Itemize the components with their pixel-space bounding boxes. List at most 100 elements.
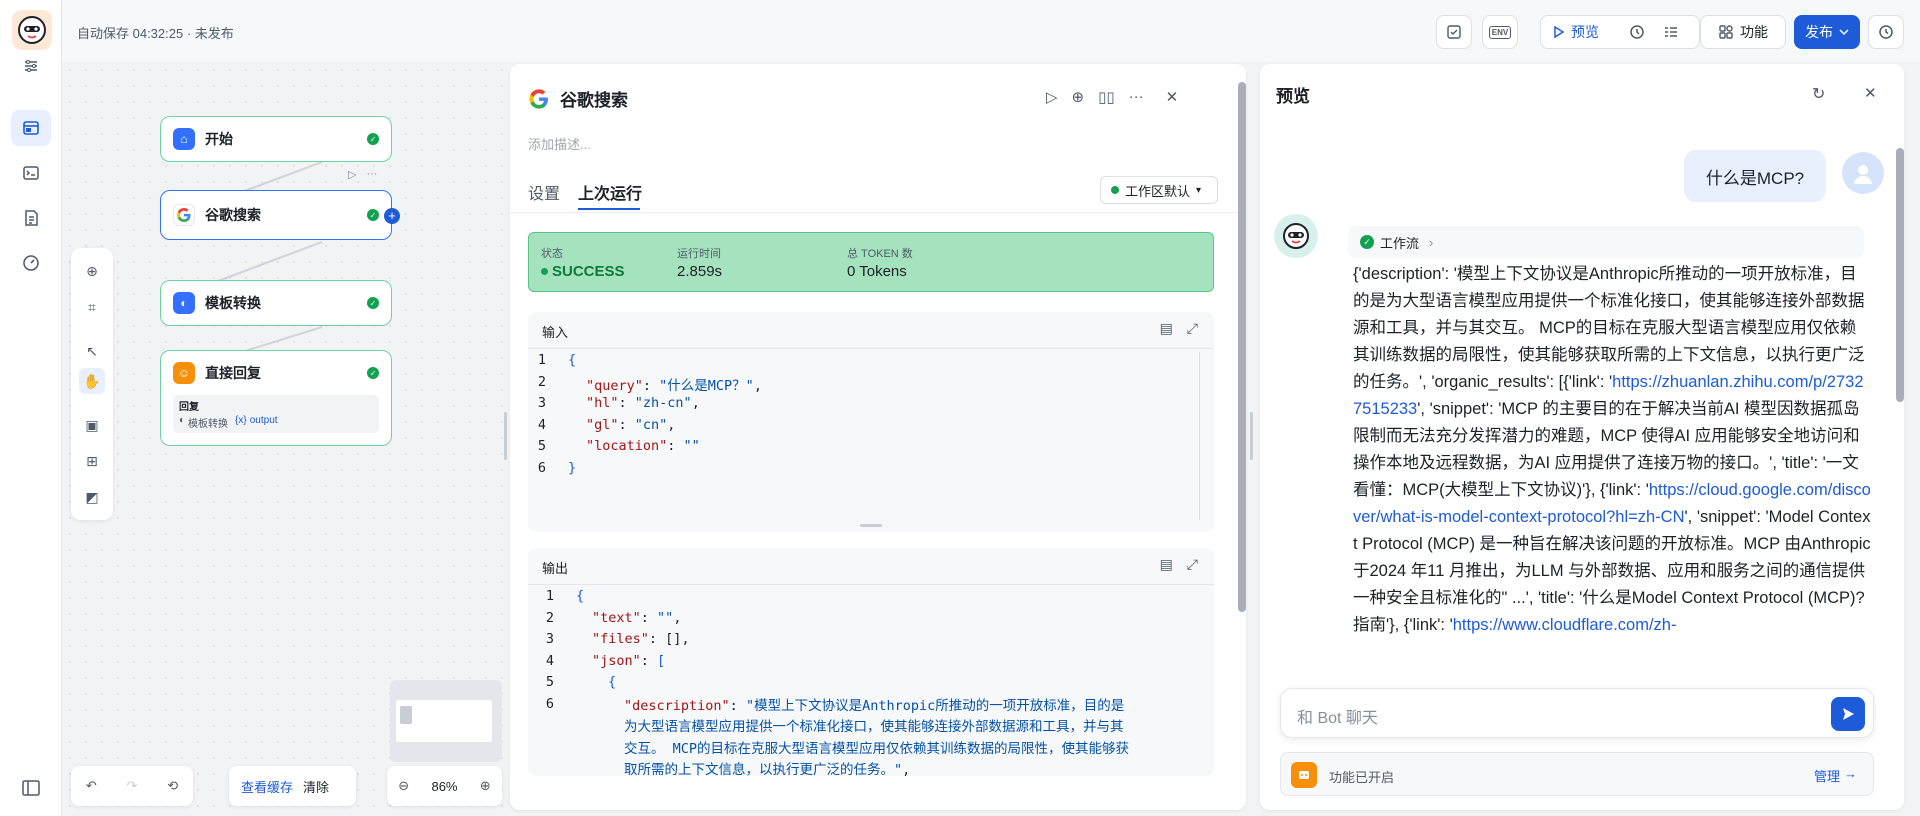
pointer-icon[interactable]: ↖ [79, 338, 105, 364]
node-google-search[interactable]: 谷歌搜索 ✓ + [160, 190, 400, 240]
chevron-down-icon [1839, 29, 1849, 36]
organize-icon[interactable]: ⊞ [79, 448, 105, 474]
copy-icon[interactable]: ▤ [1160, 556, 1173, 573]
node-direct-reply[interactable]: ☺ 直接回复 ✓ 回复 ◐ 模板转换 {x} output [160, 350, 392, 446]
undo-icon[interactable]: ↶ [86, 778, 97, 794]
success-check-icon: ✓ [367, 133, 379, 145]
chat-input[interactable]: 和 Bot 聊天 [1280, 688, 1874, 738]
input-title: 输入 [542, 325, 569, 340]
run-list-icon[interactable] [1663, 24, 1679, 40]
panel-scrollbar[interactable] [1238, 82, 1246, 612]
history-icon[interactable]: ⟲ [167, 778, 178, 794]
expand-icon[interactable]: ⤢ [1187, 320, 1198, 337]
hand-icon[interactable]: ✋ [79, 368, 105, 394]
sidebar-toggle-icon[interactable] [11, 770, 51, 806]
resize-grip[interactable] [860, 524, 882, 527]
features-icon [1719, 25, 1733, 39]
line-number: 4 [537, 416, 546, 433]
code-content: "text": "", [592, 609, 682, 626]
resize-handle[interactable] [504, 412, 507, 460]
checklist-button[interactable] [1436, 15, 1472, 49]
app-logo[interactable] [12, 10, 52, 50]
preview-scrollbar[interactable] [1896, 148, 1904, 402]
more-icon[interactable]: ··· [366, 168, 377, 181]
logs-icon[interactable] [11, 200, 51, 236]
node-template-transform[interactable]: ◐ 模板转换 ✓ [160, 280, 392, 326]
manage-button[interactable]: 管理 → [1814, 766, 1857, 785]
description-input[interactable]: 添加描述... [528, 134, 591, 153]
workspace-select[interactable]: 工作区默认 ▾ [1100, 176, 1218, 204]
history-run-icon[interactable] [1629, 24, 1645, 40]
close-icon[interactable]: ✕ [1166, 88, 1179, 106]
output-code[interactable]: 1{2 "text": "", 3 "files": [], 4 "json": [5{6… [536, 588, 1136, 776]
resize-handle[interactable] [1250, 412, 1253, 460]
line-number: 5 [545, 674, 554, 690]
orchestrate-icon[interactable] [11, 110, 51, 146]
help-book-icon[interactable]: ▯▯ [1098, 88, 1115, 106]
chevron-right-icon: › [1429, 234, 1434, 250]
code-line: 5{ [536, 674, 1136, 696]
node-start[interactable]: ⌂ 开始 ✓ [160, 116, 392, 162]
runtime-value: 2.859s [677, 263, 723, 280]
bot-answer: {'description': '模型上下文协议是Anthropic所推动的一项… [1353, 261, 1871, 639]
target-icon[interactable]: ⊕ [1072, 88, 1085, 106]
send-icon [1843, 708, 1854, 720]
zoom-out-icon[interactable]: ⊖ [398, 778, 409, 794]
code-line: 1{ [528, 352, 762, 374]
close-icon[interactable]: ✕ [1864, 84, 1877, 102]
line-number: 6 [545, 695, 554, 712]
workflow-process-toggle[interactable]: ✓ 工作流 › [1348, 226, 1864, 258]
expand-icon[interactable]: ⤢ [1187, 556, 1198, 573]
output-code-box: 输出 ▤ ⤢ 1{2 "text": "", 3 "files": [], 4 "json… [528, 548, 1214, 776]
copy-icon[interactable]: ▤ [1160, 320, 1173, 337]
code-line: 3 "files": [], [536, 631, 1136, 653]
preview-button[interactable]: 预览 [1553, 22, 1599, 42]
monitor-gauge-icon[interactable] [11, 245, 51, 281]
reply-content-box: 回复 ◐ 模板转换 {x} output [173, 395, 379, 433]
success-check-icon: ✓ [367, 209, 379, 221]
clear-button[interactable]: 清除 [303, 777, 329, 796]
reply-icon: ☺ [173, 362, 195, 384]
line-number: 3 [545, 631, 554, 647]
features-button[interactable]: 功能 [1700, 15, 1786, 49]
restart-icon[interactable]: ↻ [1812, 84, 1825, 104]
run-step-icon[interactable]: ▷ [1046, 88, 1058, 106]
add-note-icon[interactable]: ⌗ [79, 294, 105, 320]
feature-bar: 功能已开启 管理 → [1280, 752, 1874, 796]
code-content: "description": "模型上下文协议是Anthropic所推动的一项开… [624, 697, 1130, 777]
undo-redo-bar: ↶ ↷ ⟲ [71, 766, 193, 806]
panel-title[interactable]: 谷歌搜索 [560, 86, 628, 111]
tab-settings[interactable]: 设置 [528, 180, 560, 204]
view-cache-button[interactable]: 查看缓存 [241, 777, 293, 796]
node-title: 直接回复 [205, 365, 261, 381]
bot-avatar [1274, 214, 1318, 258]
template-icon: ◐ [173, 292, 195, 314]
line-number: 2 [545, 609, 554, 626]
run-node-icon[interactable]: ▷ [348, 168, 356, 181]
settings-sliders-icon[interactable] [11, 48, 51, 84]
line-number: 3 [537, 395, 546, 411]
publish-button[interactable]: 发布 [1794, 15, 1860, 49]
minimap-toggle-icon[interactable]: ◩ [79, 484, 105, 510]
result-link[interactable]: https://www.cloudflare.com/zh- [1453, 616, 1677, 634]
zoom-in-icon[interactable]: ⊕ [480, 778, 491, 794]
version-history-button[interactable] [1868, 15, 1904, 49]
more-icon[interactable]: ··· [1129, 88, 1144, 106]
terminal-icon[interactable] [11, 155, 51, 191]
tab-last-run[interactable]: 上次运行 [578, 180, 642, 204]
add-block-icon[interactable]: ⊕ [79, 258, 105, 284]
redo-icon[interactable]: ↷ [127, 778, 138, 794]
history-icon [1879, 25, 1893, 39]
input-code[interactable]: 1{2 "query": "什么是MCP？", 3 "hl": "zh-cn", 4 "g… [528, 352, 762, 481]
zoom-level[interactable]: 86% [431, 779, 457, 794]
add-node-icon[interactable]: + [384, 208, 400, 224]
token-value: 0 Tokens [847, 263, 907, 280]
env-button[interactable]: ENV [1482, 15, 1518, 49]
send-button[interactable] [1831, 697, 1865, 731]
success-check-icon: ✓ [367, 367, 379, 379]
feature-status: 功能已开启 [1329, 770, 1395, 785]
line-number: 5 [537, 438, 546, 454]
arrow-right-icon: → [1844, 766, 1857, 781]
export-image-icon[interactable]: ▣ [79, 412, 105, 438]
minimap[interactable] [390, 680, 502, 762]
